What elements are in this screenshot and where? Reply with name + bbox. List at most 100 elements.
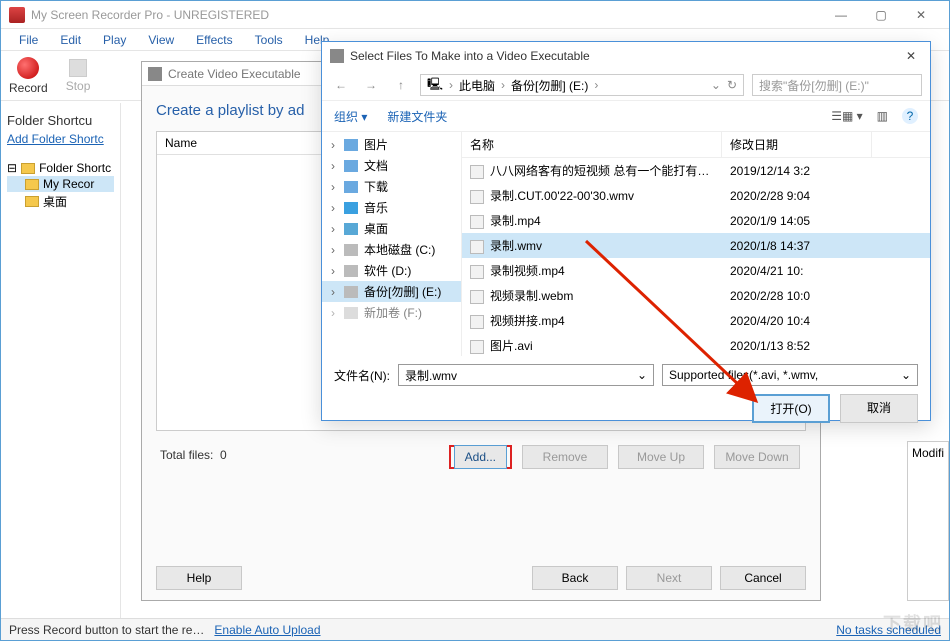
- downloads-icon: [344, 181, 358, 193]
- desktop-icon: [344, 223, 358, 235]
- folder-shortcuts-heading: Folder Shortcu: [7, 113, 114, 128]
- remove-button[interactable]: Remove: [522, 445, 608, 469]
- chevron-down-icon[interactable]: ⌄: [637, 368, 647, 382]
- add-folder-shortcut-link[interactable]: Add Folder Shortc: [7, 132, 114, 146]
- nav-tree[interactable]: ›图片 ›文档 ›下载 ›音乐 ›桌面 ›本地磁盘 (C:) ›软件 (D:) …: [322, 132, 462, 356]
- file-icon: [470, 315, 484, 329]
- view-mode-button[interactable]: ☰▦ ▾: [831, 109, 862, 123]
- new-folder-button[interactable]: 新建文件夹: [387, 108, 447, 125]
- nav-forward-icon[interactable]: →: [360, 74, 382, 96]
- file-date: 2020/1/13 8:52: [722, 337, 872, 355]
- total-files-value: 0: [220, 448, 227, 462]
- crumb-drive[interactable]: 备份[勿删] (E:): [511, 77, 588, 94]
- drive-icon: [344, 307, 358, 319]
- cancel-open-button[interactable]: 取消: [840, 394, 918, 423]
- stop-icon: [69, 59, 87, 77]
- file-dialog-title: Select Files To Make into a Video Execut…: [350, 49, 900, 63]
- tree-drive-f[interactable]: 新加卷 (F:): [364, 304, 422, 321]
- tree-desktop[interactable]: 桌面: [43, 193, 67, 210]
- menu-play[interactable]: Play: [93, 31, 136, 49]
- modified-label: Modifi: [912, 446, 944, 460]
- breadcrumb[interactable]: 🖳 › 此电脑 › 备份[勿删] (E:) › ⌄ ↻: [420, 74, 744, 96]
- chevron-down-icon[interactable]: ⌄: [711, 78, 721, 92]
- file-name: 视频录制.webm: [490, 289, 573, 303]
- col-date[interactable]: 修改日期: [722, 132, 872, 157]
- tree-drive-e[interactable]: 备份[勿删] (E:): [364, 283, 441, 300]
- menu-effects[interactable]: Effects: [186, 31, 242, 49]
- folder-icon: [21, 163, 35, 174]
- refresh-icon[interactable]: ↻: [727, 78, 737, 92]
- menu-tools[interactable]: Tools: [245, 31, 293, 49]
- nav-up-icon[interactable]: ↑: [390, 74, 412, 96]
- file-row[interactable]: 录制.wmv 2020/1/8 14:37: [462, 233, 930, 258]
- organize-menu[interactable]: 组织 ▾: [334, 108, 367, 125]
- search-placeholder: 搜索"备份[勿删] (E:)": [759, 77, 869, 94]
- file-icon: [470, 290, 484, 304]
- tree-drive-c[interactable]: 本地磁盘 (C:): [364, 241, 435, 258]
- close-icon[interactable]: ✕: [900, 49, 922, 63]
- file-name: 视频拼接.mp4: [490, 314, 565, 328]
- file-row[interactable]: 录制视频.mp4 2020/4/21 10:: [462, 258, 930, 283]
- file-name: 录制.CUT.00'22-00'30.wmv: [490, 189, 634, 203]
- file-name: 录制视频.mp4: [490, 264, 565, 278]
- file-row[interactable]: 图片.avi2020/1/13 8:52: [462, 333, 930, 356]
- search-input[interactable]: 搜索"备份[勿删] (E:)": [752, 74, 922, 96]
- menu-file[interactable]: File: [9, 31, 48, 49]
- open-button[interactable]: 打开(O): [752, 394, 830, 423]
- menu-edit[interactable]: Edit: [50, 31, 91, 49]
- tree-documents[interactable]: 文档: [364, 157, 388, 174]
- enable-auto-upload-link[interactable]: Enable Auto Upload: [214, 623, 320, 637]
- stop-label: Stop: [66, 79, 91, 93]
- file-row[interactable]: 视频拼接.mp4 2020/4/20 10:4: [462, 308, 930, 333]
- pc-icon: 🖳: [427, 75, 443, 96]
- help-icon[interactable]: ?: [902, 108, 918, 124]
- file-date: 2020/4/21 10:: [722, 262, 872, 280]
- file-list[interactable]: 八八网络客有的短视频 总有一个能打有…2019/12/14 3:2录制.CUT.…: [462, 158, 930, 356]
- drive-icon: [344, 244, 358, 256]
- preview-pane-icon[interactable]: ▥: [877, 109, 888, 123]
- file-name: 录制.wmv: [490, 239, 542, 253]
- close-button[interactable]: ✕: [901, 4, 941, 26]
- col-filename[interactable]: 名称: [462, 132, 722, 157]
- file-icon: [470, 165, 484, 179]
- file-date: 2020/4/20 10:4: [722, 312, 872, 330]
- tree-desktop-drive[interactable]: 桌面: [364, 220, 388, 237]
- tree-root[interactable]: Folder Shortc: [39, 161, 111, 175]
- tree-drive-d[interactable]: 软件 (D:): [364, 262, 411, 279]
- next-button[interactable]: Next: [626, 566, 712, 590]
- file-row[interactable]: 八八网络客有的短视频 总有一个能打有…2019/12/14 3:2: [462, 158, 930, 183]
- playlist-title: Create Video Executable: [168, 67, 301, 81]
- help-button[interactable]: Help: [156, 566, 242, 590]
- moveup-button[interactable]: Move Up: [618, 445, 704, 469]
- cancel-button[interactable]: Cancel: [720, 566, 806, 590]
- folder-tree[interactable]: ⊟Folder Shortc My Recor 桌面: [7, 160, 114, 211]
- tree-downloads[interactable]: 下载: [364, 178, 388, 195]
- file-icon: [470, 340, 484, 354]
- minimize-button[interactable]: —: [821, 4, 861, 26]
- file-date: 2019/12/14 3:2: [722, 162, 872, 180]
- menu-view[interactable]: View: [138, 31, 184, 49]
- file-row[interactable]: 录制.CUT.00'22-00'30.wmv 2020/2/28 9:04: [462, 183, 930, 208]
- file-row[interactable]: 录制.mp42020/1/9 14:05: [462, 208, 930, 233]
- filetype-select[interactable]: Supported files(*.avi, *.wmv, ⌄: [662, 364, 918, 386]
- add-button[interactable]: Add...: [454, 445, 507, 469]
- file-date: 2020/2/28 9:04: [722, 187, 872, 205]
- file-date: 2020/1/8 14:37: [722, 237, 872, 255]
- file-name: 录制.mp4: [490, 214, 541, 228]
- app-title: My Screen Recorder Pro - UNREGISTERED: [31, 8, 821, 22]
- tree-music[interactable]: 音乐: [364, 199, 388, 216]
- crumb-pc[interactable]: 此电脑: [459, 77, 495, 94]
- movedown-button[interactable]: Move Down: [714, 445, 800, 469]
- stop-button[interactable]: Stop: [66, 59, 91, 93]
- tree-pictures[interactable]: 图片: [364, 136, 388, 153]
- tree-my-recordings[interactable]: My Recor: [43, 177, 94, 191]
- nav-back-icon[interactable]: ←: [330, 74, 352, 96]
- maximize-button[interactable]: ▢: [861, 4, 901, 26]
- filename-input[interactable]: 录制.wmv ⌄: [398, 364, 654, 386]
- status-text: Press Record button to start the re…: [9, 623, 204, 637]
- record-button[interactable]: Record: [9, 57, 48, 95]
- back-button[interactable]: Back: [532, 566, 618, 590]
- chevron-down-icon[interactable]: ⌄: [901, 368, 911, 382]
- file-row[interactable]: 视频录制.webm2020/2/28 10:0: [462, 283, 930, 308]
- filetype-value: Supported files(*.avi, *.wmv,: [669, 368, 818, 382]
